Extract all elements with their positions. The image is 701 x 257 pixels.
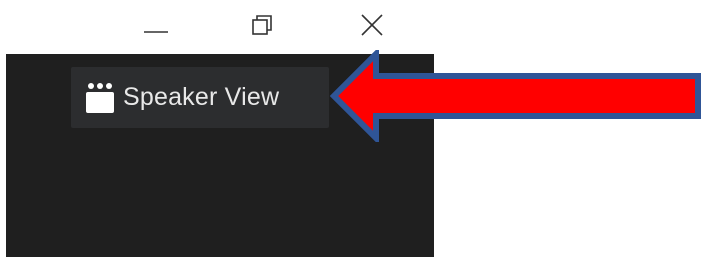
close-icon bbox=[361, 14, 383, 36]
restore-icon bbox=[252, 15, 272, 35]
close-button[interactable] bbox=[352, 8, 392, 42]
minimize-icon bbox=[144, 31, 168, 33]
window-controls bbox=[120, 0, 410, 50]
restore-button[interactable] bbox=[242, 8, 282, 42]
speaker-view-button[interactable]: Speaker View bbox=[71, 67, 329, 128]
minimize-button[interactable] bbox=[136, 8, 176, 42]
speaker-view-icon bbox=[85, 81, 115, 115]
annotation-arrow-shape bbox=[329, 50, 701, 142]
annotation-arrow bbox=[329, 50, 701, 142]
screenshot-root: Speaker View bbox=[0, 0, 701, 257]
speaker-view-label: Speaker View bbox=[123, 83, 280, 111]
